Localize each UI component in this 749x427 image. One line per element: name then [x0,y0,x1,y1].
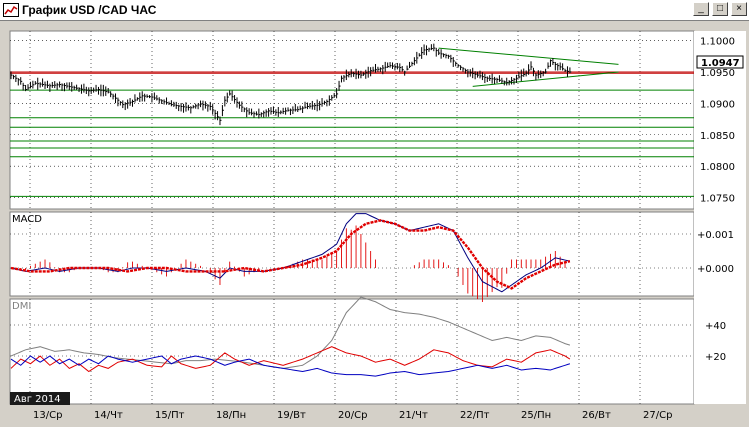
macd-tick-label: +0.000 [697,264,734,275]
title-bar[interactable]: График USD /CAD ЧАС _ □ × [0,0,749,21]
price-tick-label: 1.0800 [700,162,735,173]
window-title: График USD /CAD ЧАС [22,3,157,17]
x-tick-label: 15/Пт [155,410,185,421]
x-tick-label: 25/Пн [521,410,551,421]
price-tick-label: 1.1000 [700,37,735,48]
price-panel[interactable] [9,30,695,210]
x-tick-label: 14/Чт [94,410,123,421]
x-tick-label: 20/Ср [338,410,367,421]
dmi-tick-label: +20 [705,352,726,363]
current-price-label: 1.0947 [701,58,740,69]
price-tick-label: 1.0950 [700,68,735,79]
y-axis-panel [694,31,746,404]
chart-window: График USD /CAD ЧАС _ □ × 1.1000 1.0950 1.… [0,0,749,427]
x-tick-label: 18/Пн [216,410,246,421]
x-tick-label: 19/Вт [277,410,306,421]
x-tick-label: 21/Чт [399,410,428,421]
macd-tick-label: +0.001 [697,230,734,241]
macd-panel[interactable] [9,211,695,297]
x-tick-label: 22/Пт [460,410,490,421]
x-axis-labels: 13/Ср 14/Чт 15/Пт 18/Пн 19/Вт 20/Ср 21/Чт 22/Пт… [33,410,672,421]
maximize-button[interactable]: □ [712,2,728,16]
x-tick-label: 27/Ср [643,410,672,421]
price-tick-label: 1.0900 [700,99,735,110]
dmi-panel[interactable] [9,298,695,405]
x-tick-label: 13/Ср [33,410,62,421]
minimize-button[interactable]: _ [693,2,709,16]
close-button[interactable]: × [731,2,747,16]
dmi-tick-label: +40 [705,321,726,332]
price-tick-label: 1.0850 [700,131,735,142]
dmi-label: DMI [12,301,31,312]
macd-label: MACD [12,214,42,225]
x-tick-label: 26/Вт [582,410,611,421]
chart-icon [3,3,19,17]
period-label: Авг 2014 [14,394,61,405]
chart-area[interactable]: 1.1000 1.0950 1.0900 1.0850 1.0800 1.0750 +0.0… [0,21,749,427]
price-tick-label: 1.0750 [700,194,735,205]
